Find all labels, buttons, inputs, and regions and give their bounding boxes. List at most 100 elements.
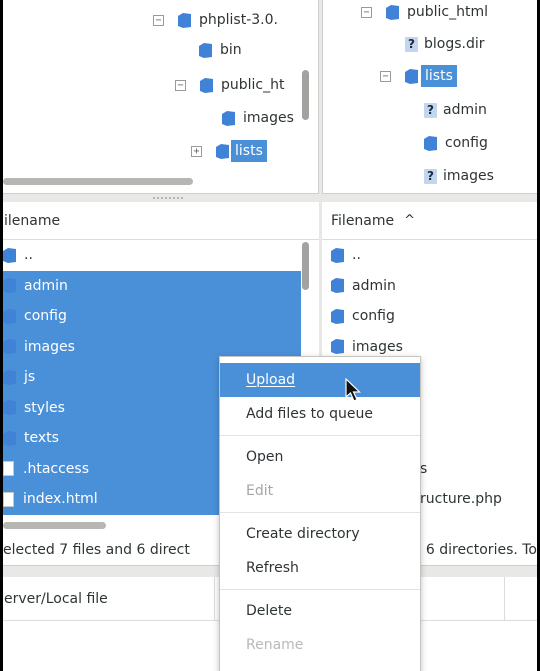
menu-separator bbox=[220, 512, 420, 513]
list-item[interactable]: config bbox=[322, 301, 537, 332]
list-item-label: admin bbox=[352, 277, 396, 294]
list-item[interactable]: config bbox=[3, 301, 301, 332]
menu-item-open[interactable]: Open bbox=[220, 440, 420, 474]
folder-icon bbox=[331, 278, 344, 294]
list-item-label: index.html bbox=[23, 491, 98, 508]
list-item-label: admin bbox=[24, 277, 68, 294]
tree-item-config[interactable]: config bbox=[424, 128, 488, 158]
unknown-folder-icon: ? bbox=[424, 102, 437, 118]
folder-icon bbox=[3, 369, 16, 385]
file-icon bbox=[3, 491, 14, 507]
folder-icon bbox=[424, 135, 437, 151]
list-item-label: images bbox=[352, 338, 403, 355]
tree-item-label: public_ht bbox=[221, 77, 285, 93]
menu-item-label: Refresh bbox=[246, 560, 299, 576]
folder-icon bbox=[3, 308, 16, 324]
list-item[interactable]: admin bbox=[322, 271, 537, 302]
local-filename-column-header[interactable]: ilename bbox=[3, 202, 319, 240]
list-item-label: .. bbox=[352, 247, 361, 264]
folder-icon bbox=[216, 143, 229, 159]
menu-item-label: Upload bbox=[246, 372, 296, 388]
folder-icon bbox=[386, 4, 399, 20]
folder-icon bbox=[178, 12, 191, 28]
tree-item-lists[interactable]: + lists bbox=[191, 136, 267, 166]
menu-item-add-files-to-queue[interactable]: Add files to queue bbox=[220, 397, 420, 431]
context-menu: Upload Add files to queue Open Edit Crea… bbox=[219, 356, 421, 671]
status-label: elected 7 files and 6 direct bbox=[3, 542, 190, 558]
tree-item-public-html[interactable]: − public_ht bbox=[175, 70, 285, 100]
remote-directory-tree[interactable]: − public_html ? blogs.dir − lists ? admi… bbox=[322, 0, 537, 194]
vertical-scrollbar[interactable] bbox=[302, 242, 309, 290]
menu-separator bbox=[220, 589, 420, 590]
folder-icon bbox=[3, 430, 16, 446]
folder-icon bbox=[222, 110, 235, 126]
list-item-label: texts bbox=[24, 430, 59, 447]
menu-item-create-directory[interactable]: Create directory bbox=[220, 517, 420, 551]
collapse-icon[interactable]: − bbox=[175, 79, 186, 91]
list-item[interactable]: admin bbox=[3, 270, 301, 301]
folder-icon bbox=[331, 339, 344, 355]
list-item-label: config bbox=[352, 308, 395, 325]
list-item[interactable]: .. bbox=[322, 240, 537, 271]
tree-item-label: lists bbox=[231, 140, 267, 162]
list-item-label: images bbox=[24, 338, 75, 355]
folder-icon bbox=[3, 247, 16, 263]
menu-item-label: Edit bbox=[246, 483, 274, 499]
tree-item-label: bin bbox=[220, 42, 242, 58]
tree-item-label: images bbox=[243, 110, 294, 126]
folder-icon bbox=[3, 339, 16, 355]
menu-item-delete[interactable]: Delete bbox=[220, 594, 420, 628]
horizontal-scrollbar[interactable] bbox=[3, 522, 106, 529]
folder-icon bbox=[331, 247, 344, 263]
chevron-up-icon: ^ bbox=[404, 213, 416, 228]
list-item-label: .. bbox=[24, 247, 33, 264]
remote-filename-column-header[interactable]: Filename ^ bbox=[322, 202, 537, 240]
expand-icon[interactable]: + bbox=[191, 145, 202, 157]
unknown-folder-icon: ? bbox=[424, 168, 437, 184]
tree-item-label: blogs.dir bbox=[424, 36, 485, 52]
column-header-server-local-file[interactable]: erver/Local file bbox=[3, 577, 215, 620]
menu-item-label: Add files to queue bbox=[246, 406, 373, 422]
local-directory-tree[interactable]: − phplist-3.0. bin − public_ht images + … bbox=[3, 0, 319, 194]
tree-item-label: config bbox=[445, 135, 488, 151]
tree-item-phplist[interactable]: − phplist-3.0. bbox=[153, 5, 278, 35]
tree-item-admin[interactable]: ? admin bbox=[424, 95, 487, 125]
list-item-label: config bbox=[24, 308, 67, 325]
menu-separator bbox=[220, 435, 420, 436]
folder-icon bbox=[3, 278, 16, 294]
filezilla-window: − phplist-3.0. bin − public_ht images + … bbox=[3, 0, 537, 671]
tree-item-bin[interactable]: bin bbox=[199, 35, 242, 65]
status-label: 6 directories. To bbox=[425, 542, 537, 558]
column-header-label: ilename bbox=[4, 212, 61, 229]
collapse-icon[interactable]: − bbox=[153, 14, 164, 26]
tree-item-label: public_html bbox=[407, 4, 489, 20]
menu-item-label: Delete bbox=[246, 603, 292, 619]
collapse-icon[interactable]: − bbox=[361, 6, 372, 18]
mouse-pointer-icon bbox=[345, 378, 361, 402]
tree-item-lists[interactable]: − lists bbox=[380, 61, 457, 91]
horizontal-scrollbar[interactable] bbox=[3, 178, 193, 185]
list-item-label: s bbox=[420, 460, 428, 477]
tree-item-label: admin bbox=[443, 102, 487, 118]
folder-icon bbox=[405, 68, 418, 84]
list-item-label: styles bbox=[24, 399, 65, 416]
tree-item-public-html[interactable]: − public_html bbox=[361, 0, 488, 27]
list-item[interactable]: .. bbox=[3, 240, 319, 271]
tree-item-images[interactable]: images bbox=[222, 103, 294, 133]
folder-icon bbox=[3, 400, 16, 416]
folder-icon bbox=[199, 42, 212, 58]
unknown-folder-icon: ? bbox=[405, 36, 418, 52]
menu-item-rename[interactable]: Rename bbox=[220, 628, 420, 662]
horizontal-splitter[interactable] bbox=[3, 194, 537, 202]
vertical-scrollbar[interactable] bbox=[302, 70, 309, 120]
tree-item-label: phplist-3.0. bbox=[199, 12, 278, 28]
tree-item-blogs-dir[interactable]: ? blogs.dir bbox=[405, 29, 485, 59]
column-header-label: Filename bbox=[331, 212, 395, 229]
column-header-label: erver/Local file bbox=[4, 590, 108, 607]
collapse-icon[interactable]: − bbox=[380, 70, 391, 82]
menu-item-upload[interactable]: Upload bbox=[220, 363, 420, 397]
menu-item-edit: Edit bbox=[220, 474, 420, 508]
list-item-label: js bbox=[24, 369, 36, 386]
menu-item-refresh[interactable]: Refresh bbox=[220, 551, 420, 585]
tree-item-images[interactable]: ? images bbox=[424, 161, 494, 191]
